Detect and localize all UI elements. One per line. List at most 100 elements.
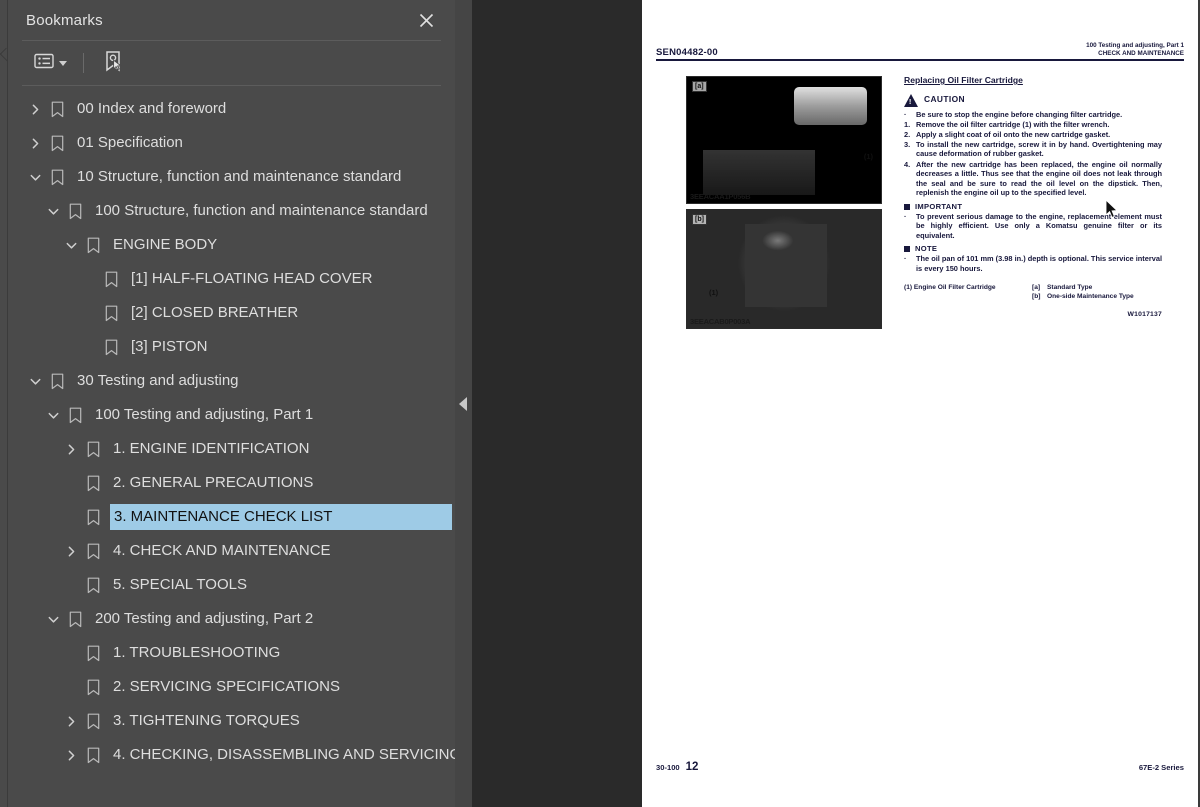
bookmark-icon [100,296,122,330]
note-header: NOTE [904,244,1162,254]
square-bullet-icon [904,246,910,253]
page-body: Replacing Oil Filter Cartridge CAUTION ·… [904,75,1162,320]
caution-bullet-text: Be sure to stop the engine before changi… [916,109,1123,119]
legend-types: [a] Standard Type [b] One-side Maintenan… [1032,284,1162,301]
gutter-notch-icon [0,40,8,70]
chevron-right-icon[interactable] [60,432,82,466]
bookmark-icon [82,432,104,466]
important-bullet-text: To prevent serious damage to the engine,… [916,211,1162,240]
header-rule [656,59,1184,61]
warning-triangle-icon [904,93,918,107]
bookmark-item[interactable]: 10 Structure, function and maintenance s… [8,160,455,194]
chevron-right-icon[interactable] [24,92,46,126]
twisty-placeholder [60,670,82,704]
bookmark-options-button[interactable] [30,50,71,77]
chevron-down-icon[interactable] [60,228,82,262]
twisty-placeholder [60,500,82,534]
bookmark-icon [82,670,104,704]
bookmark-item-label: 5. SPECIAL TOOLS [113,576,247,593]
chevron-down-icon[interactable] [24,160,46,194]
procedure-step: 1. Remove the oil filter cartridge (1) wi… [904,120,1162,130]
bookmark-item-label: 2. SERVICING SPECIFICATIONS [113,678,340,695]
bookmark-item[interactable]: 30 Testing and adjusting [8,364,455,398]
bookmark-item-label: 3. MAINTENANCE CHECK LIST [109,503,453,531]
header-chapter: 100 Testing and adjusting, Part 1 [1086,42,1184,49]
bookmarks-tree[interactable]: 00 Index and foreword 01 Specification 10 … [8,86,455,807]
important-label: IMPORTANT [915,201,963,211]
bookmark-icon [46,364,68,398]
panel-collapse-splitter[interactable] [455,0,472,807]
square-bullet-icon [904,203,910,210]
list-marker: 1. [904,119,911,129]
bookmark-item[interactable]: 1. TROUBLESHOOTING [8,636,455,670]
bookmark-icon [64,194,86,228]
bookmark-item-label: 1. TROUBLESHOOTING [113,644,281,661]
chevron-down-icon[interactable] [42,398,64,432]
list-marker: · [904,109,907,119]
bookmark-item-label: 2. GENERAL PRECAUTIONS [113,474,314,491]
bookmark-icon [46,160,68,194]
bookmark-item[interactable]: 5. SPECIAL TOOLS [8,568,455,602]
bookmark-item[interactable]: 200 Testing and adjusting, Part 2 [8,602,455,636]
bookmark-item[interactable]: ENGINE BODY [8,228,455,262]
bookmark-item[interactable]: 4. CHECK AND MAINTENANCE [8,534,455,568]
figure-a: [a] (1) 3EEACAA1P056B [686,76,882,204]
footer-series: 67E-2 Series [1138,763,1184,772]
section-title: Replacing Oil Filter Cartridge [904,75,1023,85]
bookmark-item[interactable]: 00 Index and foreword [8,92,455,126]
chevron-down-icon[interactable] [42,194,64,228]
bookmark-item[interactable]: [2] CLOSED BREATHER [8,296,455,330]
bookmark-item[interactable]: [3] PISTON [8,330,455,364]
chevron-down-icon[interactable] [24,364,46,398]
figure-b: [b] (1) 3EEACAB0P003A [686,209,882,329]
twisty-placeholder [60,466,82,500]
bookmarks-toolbar [8,41,455,85]
figure-b-code: 3EEACAB0P003A [690,317,751,326]
left-gutter [0,0,8,807]
bookmark-item-label: 200 Testing and adjusting, Part 2 [95,610,314,627]
document-viewer[interactable]: SEN04482-00 100 Testing and adjusting, P… [472,0,1200,807]
bookmark-item[interactable]: 100 Structure, function and maintenance … [8,194,455,228]
bookmark-icon [82,704,104,738]
engine-photo-b [687,210,881,328]
chevron-right-icon[interactable] [24,126,46,160]
list-marker: · [904,211,907,221]
bookmark-item[interactable]: 3. MAINTENANCE CHECK LIST [8,500,455,534]
page-header: SEN04482-00 100 Testing and adjusting, P… [656,34,1184,62]
close-icon[interactable] [413,7,439,33]
bookmark-item[interactable]: 4. CHECKING, DISASSEMBLING AND SERVICING [8,738,455,772]
figure-b-tag: [b] [692,214,707,225]
legend-b-text: One-side Maintenance Type [1047,292,1134,300]
bookmark-item-label: 30 Testing and adjusting [77,372,239,389]
chevron-down-icon[interactable] [42,602,64,636]
bookmark-icon [82,466,104,500]
new-bookmark-button[interactable] [98,47,128,80]
bookmark-item-label: 01 Specification [77,134,183,151]
bookmark-item[interactable]: 01 Specification [8,126,455,160]
bookmark-item[interactable]: 2. SERVICING SPECIFICATIONS [8,670,455,704]
bookmark-item[interactable]: 100 Testing and adjusting, Part 1 [8,398,455,432]
caution-bullet-list: · Be sure to stop the engine before chang… [904,110,1162,120]
procedure-step-list: 1. Remove the oil filter cartridge (1) wi… [904,120,1162,198]
bookmark-item[interactable]: [1] HALF-FLOATING HEAD COVER [8,262,455,296]
twisty-placeholder [60,568,82,602]
bookmark-item[interactable]: 2. GENERAL PRECAUTIONS [8,466,455,500]
chevron-right-icon[interactable] [60,704,82,738]
bookmark-icon [100,330,122,364]
important-header: IMPORTANT [904,202,1162,212]
figure-a-callout: (1) [863,152,873,161]
chevron-right-icon[interactable] [60,534,82,568]
page-footer: 30-100 12 67E-2 Series [656,757,1184,775]
document-code: SEN04482-00 [656,47,718,58]
legend-item-1: (1) Engine Oil Filter Cartridge [904,284,996,292]
bookmark-icon [82,228,104,262]
legend-b-tag: [b] [1032,292,1041,300]
twisty-placeholder [78,296,100,330]
list-marker: 2. [904,129,911,139]
chevron-right-icon[interactable] [60,738,82,772]
bookmark-item[interactable]: 1. ENGINE IDENTIFICATION [8,432,455,466]
procedure-step-text: Apply a slight coat of oil onto the new … [916,129,1111,139]
procedure-step-text: Remove the oil filter cartridge (1) with… [916,119,1110,129]
bookmark-item[interactable]: 3. TIGHTENING TORQUES [8,704,455,738]
figure-legend: (1) Engine Oil Filter Cartridge [a] Stan… [904,284,1162,301]
